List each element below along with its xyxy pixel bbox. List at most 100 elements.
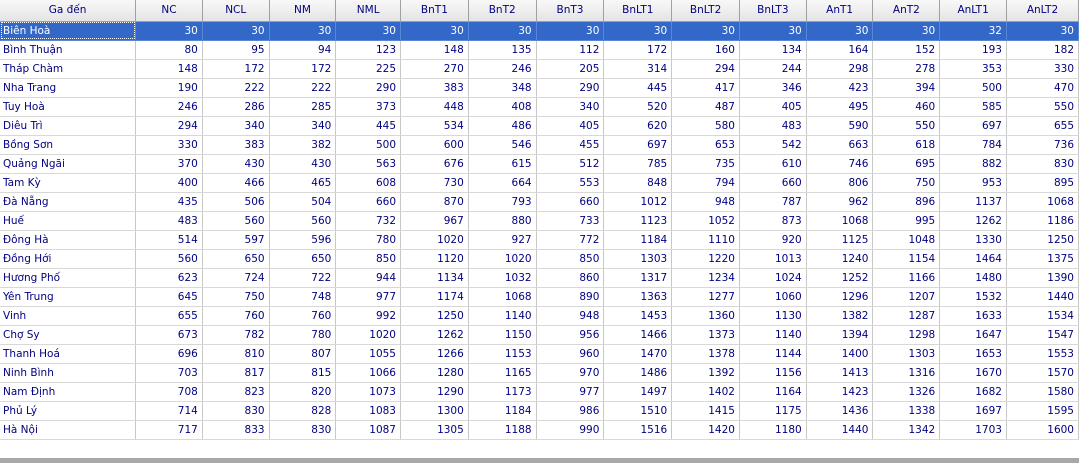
fare-cell[interactable]: 620 — [603, 116, 673, 136]
fare-cell[interactable]: 95 — [202, 40, 270, 60]
fare-cell[interactable]: 703 — [135, 363, 203, 383]
fare-cell[interactable]: 172 — [269, 59, 337, 79]
fare-cell[interactable]: 205 — [536, 59, 605, 79]
fare-cell[interactable]: 340 — [202, 116, 270, 136]
fare-cell[interactable]: 553 — [536, 173, 605, 193]
fare-cell[interactable]: 590 — [806, 116, 874, 136]
fare-cell[interactable]: 696 — [135, 344, 203, 364]
fare-cell[interactable]: 1534 — [1006, 306, 1079, 326]
fare-cell[interactable]: 735 — [671, 154, 740, 174]
fare-cell[interactable]: 623 — [135, 268, 203, 288]
fare-cell[interactable]: 1173 — [468, 382, 537, 402]
station-cell[interactable]: Huế — [0, 211, 137, 231]
station-cell[interactable]: Diêu Trì — [0, 116, 137, 136]
fare-cell[interactable]: 534 — [400, 116, 469, 136]
fare-cell[interactable]: 1510 — [603, 401, 673, 421]
fare-cell[interactable]: 780 — [335, 230, 401, 250]
fare-cell[interactable]: 708 — [135, 382, 203, 402]
fare-cell[interactable]: 423 — [806, 78, 874, 98]
fare-cell[interactable]: 760 — [202, 306, 270, 326]
fare-cell[interactable]: 650 — [269, 249, 337, 269]
table-row[interactable]: Thanh Hoá 696 810 807 1055 1266 1153 960 1470 137… — [0, 344, 1079, 364]
fare-cell[interactable]: 294 — [135, 116, 203, 136]
fare-cell[interactable]: 597 — [202, 230, 270, 250]
fare-cell[interactable]: 1360 — [671, 306, 740, 326]
fare-cell[interactable]: 596 — [269, 230, 337, 250]
fare-cell[interactable]: 580 — [671, 116, 740, 136]
fare-cell[interactable]: 848 — [603, 173, 673, 193]
fare-cell[interactable]: 784 — [939, 135, 1007, 155]
table-row[interactable]: Đà Nẵng 435 506 504 660 870 793 660 1012 948 787 96… — [0, 192, 1079, 212]
table-row[interactable]: Tháp Chàm 148 172 172 225 270 246 205 314 294 244 2… — [0, 59, 1079, 79]
table-row[interactable]: Tuy Hoà 246 286 285 373 448 408 340 520 487 405 495… — [0, 97, 1079, 117]
fare-cell[interactable]: 1497 — [603, 382, 673, 402]
station-cell[interactable]: Tuy Hoà — [0, 97, 137, 117]
fare-cell[interactable]: 94 — [269, 40, 337, 60]
fare-cell[interactable]: 330 — [135, 135, 203, 155]
station-cell[interactable]: Yên Trung — [0, 287, 137, 307]
fare-cell[interactable]: 880 — [468, 211, 537, 231]
fare-cell[interactable]: 850 — [536, 249, 605, 269]
fare-cell[interactable]: 860 — [536, 268, 605, 288]
station-cell[interactable]: Bồng Sơn — [0, 135, 137, 155]
fare-cell[interactable]: 504 — [269, 192, 337, 212]
fare-cell[interactable]: 960 — [536, 344, 605, 364]
fare-cell[interactable]: 448 — [400, 97, 469, 117]
fare-cell[interactable]: 430 — [269, 154, 337, 174]
fare-cell[interactable]: 1338 — [872, 401, 941, 421]
fare-cell[interactable]: 948 — [671, 192, 740, 212]
fare-cell[interactable]: 314 — [603, 59, 673, 79]
fare-cell[interactable]: 1466 — [603, 325, 673, 345]
column-header[interactable]: BnLT2 — [671, 0, 740, 22]
fare-cell[interactable]: 246 — [468, 59, 537, 79]
station-cell[interactable]: Bình Thuận — [0, 40, 137, 60]
fare-cell[interactable]: 1470 — [603, 344, 673, 364]
fare-cell[interactable]: 750 — [202, 287, 270, 307]
fare-cell[interactable]: 500 — [939, 78, 1007, 98]
fare-cell[interactable]: 1184 — [468, 401, 537, 421]
fare-cell[interactable]: 608 — [335, 173, 401, 193]
table-row[interactable]: Huế 483 560 560 732 967 880 733 1123 1052 873 1068 9… — [0, 211, 1079, 231]
table-row[interactable]: Hương Phố 623 724 722 944 1134 1032 860 1317 1234… — [0, 268, 1079, 288]
fare-cell[interactable]: 546 — [468, 135, 537, 155]
fare-cell[interactable]: 172 — [202, 59, 270, 79]
fare-cell[interactable]: 736 — [1006, 135, 1079, 155]
fare-cell[interactable]: 1020 — [468, 249, 537, 269]
fare-cell[interactable]: 820 — [269, 382, 337, 402]
fare-cell[interactable]: 1110 — [671, 230, 740, 250]
fare-cell[interactable]: 1024 — [739, 268, 807, 288]
station-cell[interactable]: Đà Nẵng — [0, 192, 137, 212]
fare-cell[interactable]: 152 — [872, 40, 941, 60]
fare-cell[interactable]: 270 — [400, 59, 469, 79]
fare-cell[interactable]: 466 — [202, 173, 270, 193]
fare-cell[interactable]: 1153 — [468, 344, 537, 364]
fare-cell[interactable]: 134 — [739, 40, 807, 60]
fare-cell[interactable]: 32 — [939, 21, 1007, 41]
fare-cell[interactable]: 1378 — [671, 344, 740, 364]
fare-cell[interactable]: 1052 — [671, 211, 740, 231]
fare-cell[interactable]: 1647 — [939, 325, 1007, 345]
fare-cell[interactable]: 986 — [536, 401, 605, 421]
fare-cell[interactable]: 1164 — [739, 382, 807, 402]
station-cell[interactable]: Nam Định — [0, 382, 137, 402]
fare-cell[interactable]: 560 — [202, 211, 270, 231]
column-header[interactable]: AnLT2 — [1006, 0, 1079, 22]
station-cell[interactable]: Phủ Lý — [0, 401, 137, 421]
fare-cell[interactable]: 585 — [939, 97, 1007, 117]
table-row[interactable]: Đồng Hới 560 650 650 850 1120 1020 850 1303 1220 1… — [0, 249, 1079, 269]
fare-cell[interactable]: 1303 — [603, 249, 673, 269]
station-cell[interactable]: Nha Trang — [0, 78, 137, 98]
fare-cell[interactable]: 732 — [335, 211, 401, 231]
fare-cell[interactable]: 405 — [536, 116, 605, 136]
fare-cell[interactable]: 563 — [335, 154, 401, 174]
fare-cell[interactable]: 810 — [202, 344, 270, 364]
fare-cell[interactable]: 780 — [269, 325, 337, 345]
fare-cell[interactable]: 782 — [202, 325, 270, 345]
station-cell[interactable]: Đồng Hới — [0, 249, 137, 269]
fare-cell[interactable]: 164 — [806, 40, 874, 60]
fare-cell[interactable]: 1060 — [739, 287, 807, 307]
fare-cell[interactable]: 148 — [135, 59, 203, 79]
table-row[interactable]: Nam Định 708 823 820 1073 1290 1173 977 1497 1402… — [0, 382, 1079, 402]
fare-cell[interactable]: 1066 — [335, 363, 401, 383]
fare-cell[interactable]: 294 — [671, 59, 740, 79]
